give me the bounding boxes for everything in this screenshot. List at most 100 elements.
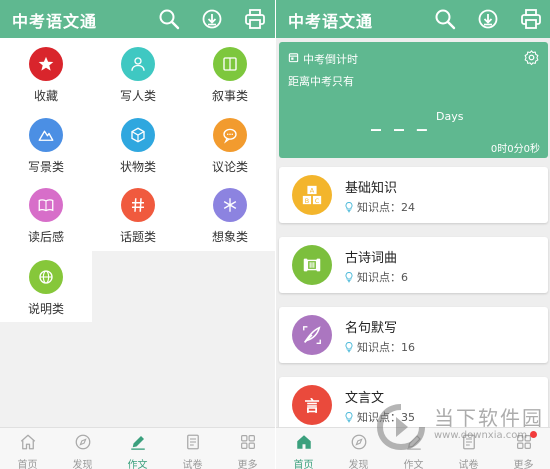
download-icon[interactable] — [200, 7, 224, 31]
abc-blocks-icon: ABC — [292, 175, 332, 215]
category-label: 议论类 — [211, 160, 248, 174]
tab-label: 作文 — [403, 460, 424, 469]
category-label: 写人类 — [119, 89, 156, 103]
quill-icon — [292, 315, 332, 355]
tab-label: 更多 — [237, 460, 258, 469]
countdown-time: 0时0分0秒 — [490, 144, 540, 155]
svg-text:C: C — [315, 197, 320, 205]
category-reading-notes[interactable]: 读后感 — [0, 188, 92, 245]
category-label: 读后感 — [27, 230, 64, 244]
home-icon — [20, 434, 35, 450]
card-basic-knowledge[interactable]: ABC 基础知识 知识点： 24 — [279, 167, 548, 223]
category-grid-row: 说明类 — [0, 251, 92, 322]
tab-more[interactable]: 更多 — [220, 428, 275, 469]
cube-icon — [121, 118, 155, 152]
category-people[interactable]: 写人类 — [92, 47, 184, 104]
bottom-tab-bar: 首页 发现 作文 试卷 更多 — [0, 427, 275, 469]
tab-label: 试卷 — [182, 460, 203, 469]
svg-text:A: A — [310, 187, 315, 195]
card-meta: 知识点： 6 — [343, 269, 408, 285]
printer-icon[interactable] — [243, 7, 267, 31]
tab-home[interactable]: 首页 — [0, 428, 55, 469]
globe-icon — [29, 260, 63, 294]
knowledge-points-count: 6 — [401, 270, 408, 284]
app-bar: 中考语文通 — [276, 0, 550, 38]
tab-label: 发现 — [72, 460, 93, 469]
pencil-icon — [130, 436, 145, 450]
tab-label: 作文 — [127, 460, 148, 469]
category-imagination[interactable]: 想象类 — [184, 188, 275, 245]
tab-label: 发现 — [348, 460, 369, 469]
search-icon[interactable] — [157, 7, 181, 31]
lightbulb-icon — [345, 342, 353, 353]
download-icon[interactable] — [476, 7, 500, 31]
category-label: 叙事类 — [211, 89, 248, 103]
snowflake-icon — [213, 188, 247, 222]
scroll-icon — [292, 245, 332, 285]
category-label: 想象类 — [211, 230, 248, 244]
hashtag-icon — [121, 188, 155, 222]
tab-label: 试卷 — [458, 460, 479, 469]
lightbulb-icon — [345, 272, 353, 283]
classical-text-glyph: 言 — [304, 396, 320, 415]
exam-countdown-card: 中考倒计时 距离中考只有 _ _ _ Days 0时0分0秒 — [279, 42, 548, 158]
grid-icon — [240, 435, 255, 449]
knowledge-points-count: 16 — [401, 340, 415, 354]
card-classical-poetry[interactable]: 古诗词曲 知识点： 6 — [279, 237, 548, 293]
test-paper-icon — [186, 434, 199, 450]
watermark-url: www.downxia.com — [434, 430, 528, 441]
card-meta: 知识点： 16 — [343, 339, 415, 355]
app-bar: 中考语文通 — [0, 0, 275, 38]
category-scenery[interactable]: 写景类 — [0, 118, 92, 175]
home-icon — [296, 435, 311, 449]
tab-label: 首页 — [293, 460, 314, 469]
knowledge-points-label: 知识点： — [357, 271, 401, 284]
home-screen: 中考语文通 中考倒计时 距离中考只有 _ _ _ Days 0时0分0秒 ABC… — [276, 0, 550, 469]
landscape-icon — [29, 118, 63, 152]
category-grid: 收藏 写人类 叙事类 写景类 状物类 议论类 读后感 话题类 想象类 — [0, 38, 275, 251]
compass-icon — [351, 434, 366, 450]
watermark: 当下软件园 www.downxia.com — [376, 402, 544, 452]
countdown-days-unit: Days — [436, 110, 464, 123]
category-topic[interactable]: 话题类 — [92, 188, 184, 245]
category-argument[interactable]: 议论类 — [184, 118, 275, 175]
svg-text:B: B — [305, 197, 309, 205]
star-icon — [29, 47, 63, 81]
calendar-icon — [288, 53, 299, 63]
classical-text-icon: 言 — [292, 385, 332, 425]
category-label: 说明类 — [27, 302, 64, 316]
tab-label: 首页 — [17, 460, 38, 469]
lightbulb-icon — [345, 412, 353, 423]
card-title: 基础知识 — [345, 181, 398, 196]
category-label: 收藏 — [33, 89, 58, 103]
tab-home[interactable]: 首页 — [276, 428, 331, 469]
category-objects[interactable]: 状物类 — [92, 118, 184, 175]
tab-composition[interactable]: 作文 — [110, 428, 165, 469]
app-title: 中考语文通 — [288, 12, 374, 31]
category-label: 写景类 — [27, 160, 64, 174]
card-title: 名句默写 — [345, 321, 398, 336]
category-narrative[interactable]: 叙事类 — [184, 47, 275, 104]
countdown-subtitle: 距离中考只有 — [288, 75, 354, 88]
compass-icon — [75, 434, 90, 450]
card-famous-quotes[interactable]: 名句默写 知识点： 16 — [279, 307, 548, 363]
tab-label: 更多 — [513, 460, 534, 469]
app-title: 中考语文通 — [12, 12, 98, 31]
category-exposition[interactable]: 说明类 — [0, 260, 92, 317]
watermark-text: 当下软件园 — [434, 406, 544, 430]
knowledge-points-count: 24 — [401, 200, 415, 214]
lightbulb-icon — [345, 202, 353, 213]
knowledge-points-label: 知识点： — [357, 341, 401, 354]
category-collect[interactable]: 收藏 — [0, 47, 92, 104]
tab-test-paper[interactable]: 试卷 — [165, 428, 220, 469]
open-book-icon — [29, 188, 63, 222]
settings-gear-icon[interactable] — [523, 49, 540, 66]
printer-icon[interactable] — [519, 7, 543, 31]
watermark-logo-icon — [376, 404, 425, 450]
search-icon[interactable] — [433, 7, 457, 31]
chat-bubble-icon — [213, 118, 247, 152]
countdown-days-value: _ _ _ — [371, 107, 430, 131]
tab-discover[interactable]: 发现 — [55, 428, 110, 469]
countdown-title: 中考倒计时 — [303, 53, 358, 66]
category-label: 话题类 — [119, 230, 156, 244]
